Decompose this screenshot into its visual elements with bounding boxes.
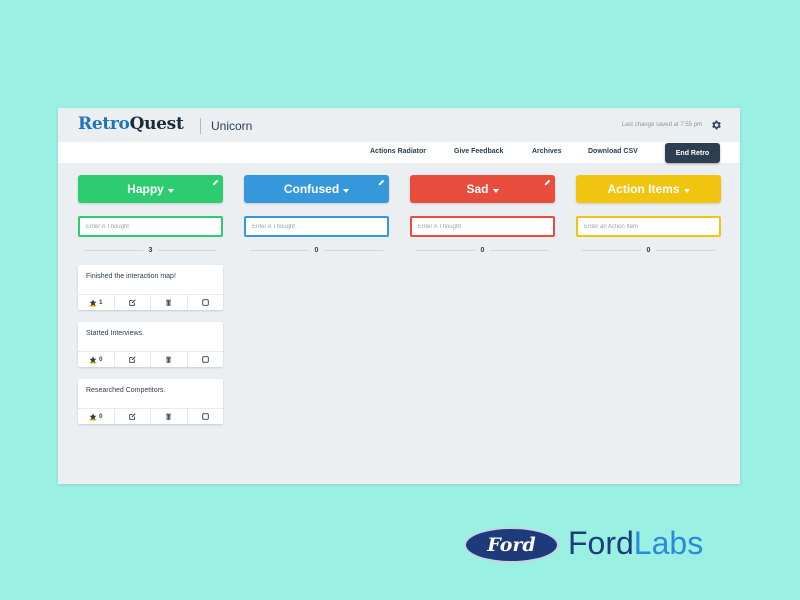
column-confused: Confused 0 (244, 175, 389, 256)
vote-count: 0 (99, 413, 103, 420)
item-count: 0 (646, 246, 651, 254)
caret-down-icon (683, 188, 690, 193)
column-header-happy[interactable]: Happy (78, 175, 223, 203)
count-divider-left (84, 249, 143, 251)
checkbox-icon (201, 356, 209, 363)
count-divider-right (656, 249, 715, 251)
column-sad: Sad 0 (410, 175, 555, 256)
star-icon (89, 298, 97, 307)
upvote-button[interactable]: 0 (78, 409, 114, 424)
delete-button[interactable] (150, 295, 187, 310)
thought-input-sad[interactable] (410, 216, 555, 237)
thought-text: Researched Competitors. (86, 387, 166, 394)
column-action-items: Action Items 0 (576, 175, 721, 256)
edit-button[interactable] (113, 409, 151, 424)
thought-input-happy[interactable] (78, 216, 223, 237)
delete-button[interactable] (150, 409, 187, 424)
thought-text: Finished the interaction map! (86, 273, 176, 280)
count-divider-left (416, 249, 475, 251)
checkbox-icon (201, 413, 209, 420)
edit-button[interactable] (113, 352, 151, 367)
fordlabs-ford: Ford (568, 525, 634, 561)
item-count-row: 0 (244, 244, 389, 256)
vote-count: 1 (99, 299, 103, 306)
column-title: Happy (127, 182, 164, 196)
caret-down-icon (492, 188, 499, 193)
item-count: 0 (480, 246, 485, 254)
trash-icon (166, 299, 172, 306)
header-divider (200, 118, 201, 134)
complete-button[interactable] (186, 352, 224, 367)
app-window: RetroQuest Unicorn Last change saved at … (58, 108, 740, 484)
thought-input-confused[interactable] (244, 216, 389, 237)
delete-button[interactable] (150, 352, 187, 367)
vote-count: 0 (99, 356, 103, 363)
column-header-confused[interactable]: Confused (244, 175, 389, 203)
complete-button[interactable] (186, 409, 224, 424)
column-happy: Happy 3 Finished the interaction map! 1 (78, 175, 223, 424)
star-icon (89, 412, 97, 421)
item-count-row: 0 (410, 244, 555, 256)
item-count-row: 0 (576, 244, 721, 256)
pencil-icon[interactable] (544, 179, 551, 186)
item-count: 0 (314, 246, 319, 254)
item-count-row: 3 (78, 244, 223, 256)
thought-card: Researched Competitors. 0 (78, 379, 223, 424)
count-divider-left (250, 249, 309, 251)
actions-radiator-link[interactable]: Actions Radiator (370, 148, 426, 155)
count-divider-right (158, 249, 217, 251)
column-title: Sad (466, 182, 489, 196)
column-title: Action Items (607, 182, 680, 196)
column-title: Confused (283, 182, 340, 196)
count-divider-right (324, 249, 383, 251)
archives-link[interactable]: Archives (532, 148, 562, 155)
caret-down-icon (343, 188, 350, 193)
logo-retro: Retro (78, 114, 130, 134)
edit-icon (129, 299, 136, 306)
download-csv-link[interactable]: Download CSV (588, 148, 638, 155)
fordlabs-wordmark: FordLabs (568, 525, 703, 562)
star-icon (89, 355, 97, 364)
trash-icon (166, 413, 172, 420)
last-saved-text: Last change saved at 7:55 pm (621, 122, 702, 128)
ford-logo: Ford (464, 527, 559, 563)
column-header-sad[interactable]: Sad (410, 175, 555, 203)
team-name: Unicorn (211, 119, 253, 133)
checkbox-icon (201, 299, 209, 306)
pencil-icon[interactable] (378, 179, 385, 186)
card-actions: 0 (78, 351, 223, 367)
thought-card: Finished the interaction map! 1 (78, 265, 223, 310)
gear-icon[interactable] (710, 119, 722, 131)
pencil-icon[interactable] (212, 179, 219, 186)
end-retro-button[interactable]: End Retro (665, 143, 720, 163)
complete-button[interactable] (186, 295, 224, 310)
give-feedback-link[interactable]: Give Feedback (454, 148, 503, 155)
card-actions: 0 (78, 408, 223, 424)
thought-text: Started Interviews. (86, 330, 144, 337)
top-bar: RetroQuest Unicorn Last change saved at … (58, 108, 740, 142)
edit-icon (129, 356, 136, 363)
upvote-button[interactable]: 0 (78, 352, 114, 367)
logo-quest: Quest (129, 114, 184, 134)
trash-icon (166, 356, 172, 363)
upvote-button[interactable]: 1 (78, 295, 114, 310)
count-divider-right (490, 249, 549, 251)
thought-card: Started Interviews. 0 (78, 322, 223, 367)
column-header-action-items[interactable]: Action Items (576, 175, 721, 203)
count-divider-left (582, 249, 641, 251)
nav-bar: Actions Radiator Give Feedback Archives … (58, 142, 740, 163)
card-actions: 1 (78, 294, 223, 310)
edit-button[interactable] (113, 295, 151, 310)
retroquest-logo[interactable]: RetroQuest (78, 114, 184, 136)
item-count: 3 (148, 246, 153, 254)
edit-icon (129, 413, 136, 420)
fordlabs-labs: Labs (633, 525, 704, 561)
caret-down-icon (167, 188, 174, 193)
action-item-input[interactable] (576, 216, 721, 237)
ford-logo-text: Ford (487, 534, 536, 556)
